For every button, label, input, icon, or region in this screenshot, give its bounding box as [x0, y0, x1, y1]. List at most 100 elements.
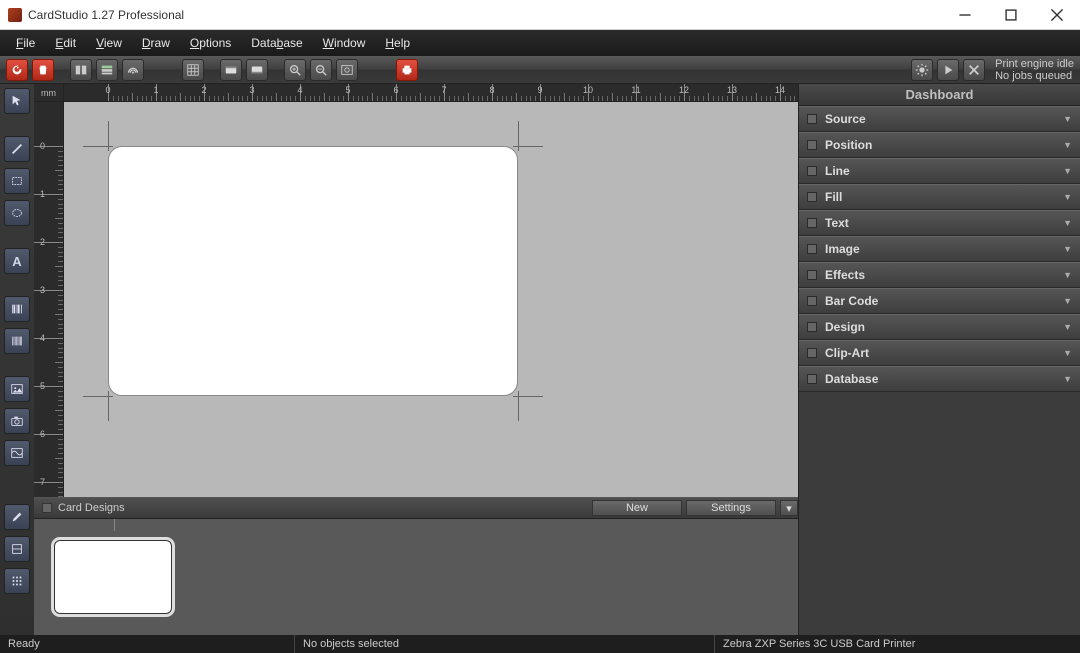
tool-list[interactable] — [4, 568, 30, 594]
tool-barcode[interactable] — [4, 296, 30, 322]
chevron-down-icon: ▼ — [1063, 348, 1072, 358]
print-play-button[interactable] — [937, 59, 959, 81]
card-designs-new-button[interactable]: New — [592, 500, 682, 516]
app-icon — [8, 8, 22, 22]
card-front-button[interactable] — [220, 59, 242, 81]
card-designs-panel: Card Designs New Settings ▾ — [34, 497, 798, 635]
card-design-thumb[interactable] — [54, 540, 172, 614]
chevron-down-icon: ▼ — [1063, 322, 1072, 332]
card-back-button[interactable] — [246, 59, 268, 81]
tool-column: A — [0, 84, 34, 635]
tool-line[interactable] — [4, 136, 30, 162]
section-label: Design — [825, 320, 865, 334]
maximize-button[interactable] — [988, 0, 1034, 30]
section-label: Image — [825, 242, 860, 256]
dashboard-section-source[interactable]: Source ▼ — [799, 106, 1080, 132]
tool-rect[interactable] — [4, 168, 30, 194]
dashboard-section-bar-code[interactable]: Bar Code ▼ — [799, 288, 1080, 314]
tool-text[interactable]: A — [4, 248, 30, 274]
dashboard-section-clip-art[interactable]: Clip-Art ▼ — [799, 340, 1080, 366]
dashboard-section-effects[interactable]: Effects ▼ — [799, 262, 1080, 288]
section-label: Source — [825, 112, 866, 126]
section-handle-icon — [807, 192, 817, 202]
window-titlebar: CardStudio 1.27 Professional — [0, 0, 1080, 30]
chevron-down-icon: ▼ — [1063, 270, 1072, 280]
layout-grid-button[interactable] — [70, 59, 92, 81]
main-toolbar: Print engine idle No jobs queued — [0, 56, 1080, 84]
chevron-down-icon: ▼ — [1063, 192, 1072, 202]
card-wrapper — [98, 136, 528, 406]
dashboard-section-design[interactable]: Design ▼ — [799, 314, 1080, 340]
close-button[interactable] — [1034, 0, 1080, 30]
tool-pencil[interactable] — [4, 504, 30, 530]
tool-effects[interactable] — [4, 440, 30, 466]
section-handle-icon — [807, 140, 817, 150]
card-designs-header: Card Designs New Settings ▾ — [34, 497, 798, 519]
chevron-down-icon: ▼ — [1063, 296, 1072, 306]
dashboard-section-fill[interactable]: Fill ▼ — [799, 184, 1080, 210]
tool-pointer[interactable] — [4, 88, 30, 114]
zoom-fit-button[interactable] — [336, 59, 358, 81]
section-label: Text — [825, 216, 849, 230]
chevron-down-icon: ▼ — [1063, 374, 1072, 384]
print-status-line2: No jobs queued — [995, 70, 1074, 82]
minimize-button[interactable] — [942, 0, 988, 30]
tool-shape-catalog[interactable] — [4, 536, 30, 562]
broadcast-button[interactable] — [122, 59, 144, 81]
dashboard-section-line[interactable]: Line▼ — [799, 158, 1080, 184]
section-label: Effects — [825, 268, 865, 282]
menu-edit[interactable]: Edit — [47, 33, 84, 53]
menubar: File Edit View Draw Options Database Win… — [0, 30, 1080, 56]
print-cancel-button[interactable] — [963, 59, 985, 81]
menu-draw[interactable]: Draw — [134, 33, 178, 53]
tool-image[interactable] — [4, 376, 30, 402]
card-canvas[interactable] — [108, 146, 518, 396]
delete-button[interactable] — [32, 59, 54, 81]
section-handle-icon — [807, 296, 817, 306]
canvas-viewport[interactable] — [64, 102, 798, 497]
section-label: Bar Code — [825, 294, 878, 308]
section-label: Clip-Art — [825, 346, 869, 360]
menu-view[interactable]: View — [88, 33, 130, 53]
status-bar: Ready No objects selected Zebra ZXP Seri… — [0, 635, 1080, 653]
menu-database[interactable]: Database — [243, 33, 310, 53]
spreadsheet-button[interactable] — [182, 59, 204, 81]
status-ready: Ready — [0, 635, 295, 653]
menu-options[interactable]: Options — [182, 33, 239, 53]
tool-camera[interactable] — [4, 408, 30, 434]
section-handle-icon — [807, 218, 817, 228]
window-title: CardStudio 1.27 Professional — [28, 8, 184, 22]
tool-barcode-2d[interactable] — [4, 328, 30, 354]
dashboard-panel: Dashboard Source▼Position▼Line▼Fill▼Text… — [798, 84, 1080, 635]
card-designs-body — [34, 519, 798, 635]
menu-help[interactable]: Help — [377, 33, 418, 53]
chevron-down-icon: ▼ — [1063, 114, 1072, 124]
section-handle-icon — [807, 348, 817, 358]
zoom-in-button[interactable] — [284, 59, 306, 81]
section-label: Position — [825, 138, 872, 152]
dashboard-section-image[interactable]: Image▼ — [799, 236, 1080, 262]
ruler-horizontal: 0123456789101112131415 — [64, 84, 798, 102]
menu-file[interactable]: File — [8, 33, 43, 53]
status-selection: No objects selected — [295, 635, 715, 653]
canvas-column: mm 0123456789101112131415 01234567 — [34, 84, 798, 635]
card-designs-settings-button[interactable]: Settings — [686, 500, 776, 516]
dashboard-section-position[interactable]: Position▼ — [799, 132, 1080, 158]
ruler-unit: mm — [34, 84, 64, 102]
print-button[interactable] — [396, 59, 418, 81]
tool-ellipse[interactable] — [4, 200, 30, 226]
menu-window[interactable]: Window — [315, 33, 374, 53]
section-label: Fill — [825, 190, 842, 204]
dashboard-section-database[interactable]: Database▼ — [799, 366, 1080, 392]
refresh-button[interactable] — [6, 59, 28, 81]
dashboard-title: Dashboard — [799, 84, 1080, 106]
print-engine-icon[interactable] — [911, 59, 933, 81]
db-grid-button[interactable] — [96, 59, 118, 81]
dashboard-section-text[interactable]: Text ▼ — [799, 210, 1080, 236]
card-designs-title: Card Designs — [58, 502, 125, 514]
section-handle-icon — [807, 270, 817, 280]
card-designs-dropdown-button[interactable]: ▾ — [780, 500, 798, 516]
status-printer: Zebra ZXP Series 3C USB Card Printer — [715, 635, 1080, 653]
zoom-out-button[interactable] — [310, 59, 332, 81]
chevron-down-icon: ▼ — [1063, 218, 1072, 228]
